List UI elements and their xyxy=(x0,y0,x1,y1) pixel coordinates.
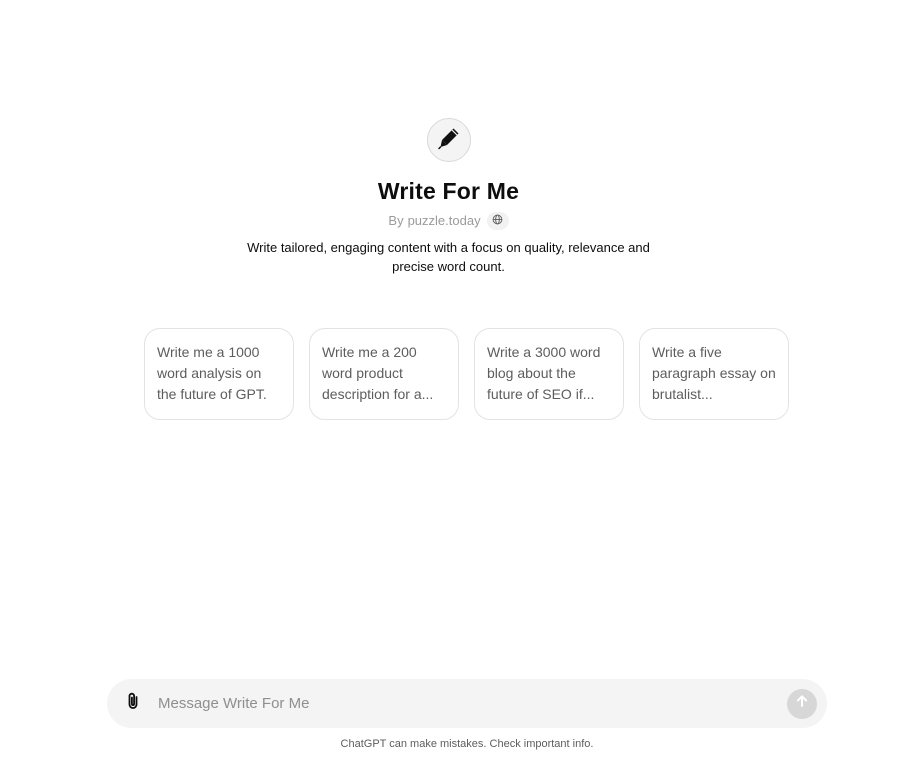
author-name: puzzle.today xyxy=(407,213,481,228)
message-input[interactable] xyxy=(156,690,787,717)
message-composer xyxy=(107,679,827,728)
suggestion-cards: Write me a 1000 word analysis on the fut… xyxy=(144,328,789,420)
disclaimer-text: ChatGPT can make mistakes. Check importa… xyxy=(340,738,594,750)
suggestion-card[interactable]: Write a 3000 word blog about the future … xyxy=(474,328,624,420)
byline-prefix: By xyxy=(388,213,404,228)
suggestion-text: Write a five paragraph essay on brutalis… xyxy=(652,344,776,402)
attach-button[interactable] xyxy=(121,692,145,716)
suggestion-card[interactable]: Write a five paragraph essay on brutalis… xyxy=(639,328,789,420)
send-button[interactable] xyxy=(787,688,817,719)
pen-icon xyxy=(436,125,462,156)
gpt-avatar xyxy=(426,118,471,162)
gpt-intro: Write For Me By puzzle.today Write tailo… xyxy=(0,118,897,276)
suggestion-text: Write me a 1000 word analysis on the fut… xyxy=(157,344,267,402)
globe-icon xyxy=(492,212,503,230)
suggestion-card[interactable]: Write me a 1000 word analysis on the fut… xyxy=(144,328,294,420)
chat-page: Write For Me By puzzle.today Write tailo… xyxy=(0,0,897,757)
gpt-title: Write For Me xyxy=(377,178,520,204)
gpt-byline: By puzzle.today xyxy=(388,212,509,230)
suggestion-card[interactable]: Write me a 200 word product description … xyxy=(309,328,459,420)
arrow-up-icon xyxy=(794,693,810,714)
gpt-description: Write tailored, engaging content with a … xyxy=(247,240,650,274)
suggestion-text: Write me a 200 word product description … xyxy=(322,344,434,402)
author-website-badge[interactable] xyxy=(486,212,509,230)
suggestion-text: Write a 3000 word blog about the future … xyxy=(487,344,601,402)
paperclip-icon xyxy=(123,691,143,716)
